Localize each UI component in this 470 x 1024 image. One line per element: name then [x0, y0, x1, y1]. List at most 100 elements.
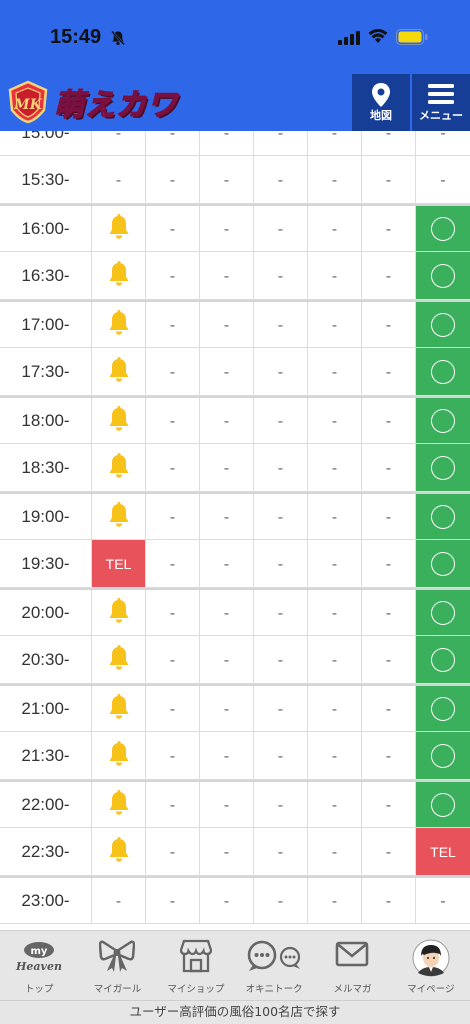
notify-slot[interactable] [92, 636, 146, 683]
tab-top[interactable]: my Heaven トップ [0, 931, 78, 1000]
schedule-row: 17:00- - - - - - [0, 300, 470, 348]
tab-my-girl[interactable]: マイガール [78, 931, 156, 1000]
available-circle-icon [431, 359, 455, 384]
status-time: 15:49 [50, 26, 102, 48]
unavailable-slot: - [308, 828, 362, 875]
notify-slot[interactable] [92, 828, 146, 875]
bell-icon [107, 597, 131, 628]
unavailable-slot: - [254, 540, 308, 587]
available-circle-icon [431, 600, 455, 625]
notify-slot[interactable] [92, 782, 146, 827]
available-slot[interactable] [416, 252, 470, 299]
unavailable-slot: - [146, 252, 200, 299]
time-slot-label: 18:00- [0, 398, 92, 443]
notify-slot[interactable] [92, 686, 146, 731]
unavailable-slot: - [362, 131, 416, 155]
site-logo[interactable]: MK 萌えカワ [6, 78, 178, 126]
unavailable-slot: - [200, 878, 254, 923]
tab-mail-magazine[interactable]: メルマガ [313, 931, 391, 1000]
time-slot-label: 15:30- [0, 156, 92, 203]
notify-slot[interactable] [92, 398, 146, 443]
schedule-row: 20:30- - - - - - [0, 636, 470, 684]
schedule-row: 16:30- - - - - - [0, 252, 470, 300]
promo-banner[interactable]: ユーザー高評価の風俗100名店で探す [0, 1000, 470, 1024]
unavailable-slot: - [362, 636, 416, 683]
tel-slot[interactable]: TEL [416, 828, 470, 875]
unavailable-slot: - [146, 348, 200, 395]
unavailable-slot: - [362, 348, 416, 395]
notify-slot[interactable] [92, 444, 146, 491]
unavailable-slot: - [146, 540, 200, 587]
available-slot[interactable] [416, 398, 470, 443]
time-slot-label: 21:00- [0, 686, 92, 731]
available-slot[interactable] [416, 206, 470, 251]
unavailable-slot: - [254, 590, 308, 635]
notify-slot[interactable] [92, 732, 146, 779]
unavailable-slot: - [254, 828, 308, 875]
notify-slot[interactable] [92, 494, 146, 539]
bell-icon [107, 452, 131, 483]
unavailable-slot: - [146, 302, 200, 347]
available-slot[interactable] [416, 782, 470, 827]
notify-slot[interactable] [92, 302, 146, 347]
time-slot-label: 23:00- [0, 878, 92, 923]
unavailable-slot: - [200, 540, 254, 587]
schedule-row: 16:00- - - - - - [0, 204, 470, 252]
unavailable-slot: - [200, 444, 254, 491]
available-slot[interactable] [416, 494, 470, 539]
tab-my-page[interactable]: マイページ [392, 931, 470, 1000]
heaven-logo-text: Heaven [15, 960, 62, 973]
unavailable-slot: - [308, 444, 362, 491]
available-slot[interactable] [416, 540, 470, 587]
unavailable-slot: - [440, 131, 446, 142]
available-slot[interactable] [416, 444, 470, 491]
time-slot-label: 20:30- [0, 636, 92, 683]
tab-my-shop[interactable]: マイショップ [157, 931, 235, 1000]
tab-okini-talk[interactable]: オキニトーク [235, 931, 313, 1000]
schedule-row: 22:00- - - - - - [0, 780, 470, 828]
unavailable-slot: - [200, 302, 254, 347]
tab-label: マイページ [407, 984, 455, 995]
bell-icon [107, 836, 131, 867]
unavailable-slot: - [308, 540, 362, 587]
schedule-row: 19:30- TEL - - - - - [0, 540, 470, 588]
unavailable-slot: - [362, 828, 416, 875]
map-button[interactable]: 地図 [352, 74, 410, 131]
silent-bell-icon [110, 30, 126, 50]
tel-slot[interactable]: TEL [92, 540, 146, 587]
menu-button[interactable]: メニュー [412, 74, 470, 131]
bell-icon [107, 213, 131, 244]
available-slot[interactable] [416, 636, 470, 683]
menu-label: メニュー [419, 109, 463, 122]
available-circle-icon [431, 743, 455, 768]
notify-slot[interactable] [92, 348, 146, 395]
unavailable-slot: - [200, 732, 254, 779]
notify-slot[interactable] [92, 206, 146, 251]
time-slot-label: 19:00- [0, 494, 92, 539]
unavailable-slot: - [254, 206, 308, 251]
available-slot[interactable] [416, 302, 470, 347]
available-slot[interactable] [416, 590, 470, 635]
bell-icon [107, 644, 131, 675]
schedule-row: 19:00- - - - - - [0, 492, 470, 540]
available-circle-icon [431, 216, 455, 241]
available-slot[interactable] [416, 348, 470, 395]
schedule-row: 21:30- - - - - - [0, 732, 470, 780]
available-circle-icon [431, 696, 455, 721]
shop-icon [179, 939, 212, 973]
time-slot-label: 16:00- [0, 206, 92, 251]
unavailable-slot: - [308, 398, 362, 443]
unavailable-slot: - [200, 782, 254, 827]
time-slot-label: 20:00- [0, 590, 92, 635]
unavailable-slot: - [200, 828, 254, 875]
available-circle-icon [431, 647, 455, 672]
unavailable-slot: - [308, 732, 362, 779]
unavailable-slot: - [254, 782, 308, 827]
notify-slot[interactable] [92, 252, 146, 299]
unavailable-slot: - [362, 782, 416, 827]
unavailable-slot: - [92, 878, 146, 923]
available-slot[interactable] [416, 686, 470, 731]
available-slot[interactable] [416, 732, 470, 779]
notify-slot[interactable] [92, 590, 146, 635]
unavailable-slot: - [146, 156, 200, 203]
